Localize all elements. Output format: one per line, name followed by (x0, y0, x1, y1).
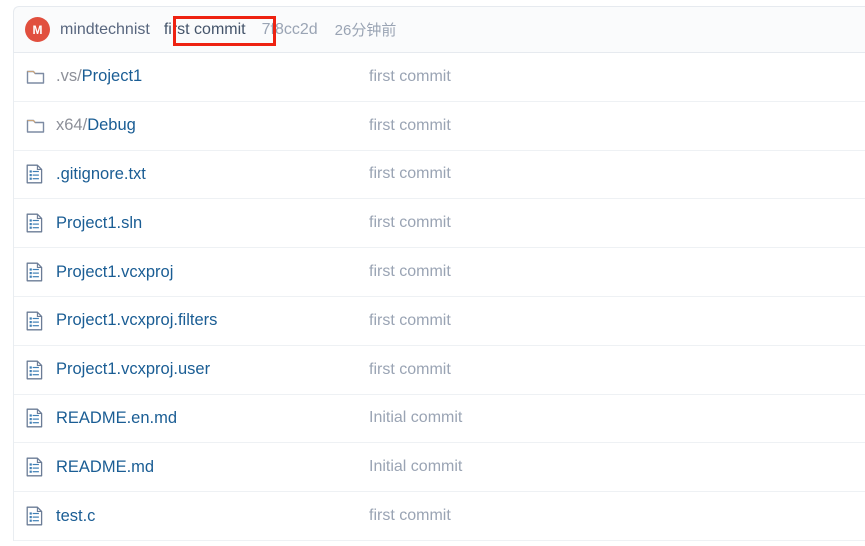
table-row[interactable]: README.en.md Initial commit (14, 395, 865, 444)
file-name-link[interactable]: Project1.vcxproj (56, 263, 173, 282)
table-row[interactable]: .gitignore.txt first commit (14, 151, 865, 200)
file-name-text: README.en.md (56, 408, 178, 427)
file-path-prefix: x64/ (56, 116, 88, 135)
commit-author-name[interactable]: mindtechnist (60, 21, 150, 39)
file-name-link[interactable]: .gitignore.txt (56, 165, 146, 184)
file-name-cell[interactable]: README.en.md (14, 407, 369, 429)
file-icon (26, 163, 48, 185)
file-name-cell[interactable]: Project1.sln (14, 212, 369, 234)
latest-commit-header: M mindtechnist first commit 7f8cc2d 26分钟… (13, 6, 865, 53)
commit-message[interactable]: first commit (164, 21, 246, 39)
file-name-text: test.c (56, 506, 96, 525)
commit-message-cell[interactable]: first commit (369, 165, 865, 183)
commit-message-cell[interactable]: first commit (369, 263, 865, 281)
table-row[interactable]: x64/Debug first commit (14, 102, 865, 151)
table-row[interactable]: Project1.vcxproj.filters first commit (14, 297, 865, 346)
file-icon (26, 359, 48, 381)
file-name-cell[interactable]: README.md (14, 456, 369, 478)
file-name-cell[interactable]: test.c (14, 505, 369, 527)
file-name-cell[interactable]: Project1.vcxproj.filters (14, 310, 369, 332)
table-row[interactable]: Project1.sln first commit (14, 199, 865, 249)
file-name-link[interactable]: Project1.vcxproj.filters (56, 311, 217, 330)
file-icon (26, 212, 48, 234)
file-name-link[interactable]: Project1.vcxproj.user (56, 360, 210, 379)
file-name-cell[interactable]: x64/Debug (14, 115, 369, 137)
file-name-text: .gitignore.txt (56, 164, 146, 183)
file-name-text: Project1.sln (56, 213, 143, 232)
file-icon (26, 505, 48, 527)
file-name-cell[interactable]: Project1.vcxproj (14, 261, 369, 283)
commit-message-cell[interactable]: first commit (369, 68, 865, 86)
file-name-link[interactable]: .vs/Project1 (56, 67, 142, 86)
file-name-text: Project1 (81, 67, 143, 86)
file-name-link[interactable]: Project1.sln (56, 214, 142, 233)
avatar[interactable]: M (25, 17, 50, 42)
commit-hash[interactable]: 7f8cc2d (262, 21, 318, 39)
folder-icon (26, 66, 48, 88)
table-row[interactable]: .vs/Project1 first commit (14, 53, 865, 102)
table-row[interactable]: Project1.vcxproj first commit (14, 248, 865, 297)
table-row[interactable]: Project1.vcxproj.user first commit (14, 346, 865, 395)
commit-message-cell[interactable]: first commit (369, 214, 865, 232)
commit-message-cell[interactable]: first commit (369, 312, 865, 330)
file-name-cell[interactable]: Project1.vcxproj.user (14, 359, 369, 381)
file-name-link[interactable]: README.en.md (56, 409, 177, 428)
repository-file-browser: M mindtechnist first commit 7f8cc2d 26分钟… (0, 0, 865, 546)
commit-message-cell[interactable]: first commit (369, 117, 865, 135)
folder-icon (26, 115, 48, 137)
file-list: .vs/Project1 first commit x64/Debug first c… (13, 53, 865, 541)
commit-message-cell[interactable]: first commit (369, 507, 865, 525)
commit-timestamp: 26分钟前 (334, 22, 397, 39)
file-name-link[interactable]: x64/Debug (56, 116, 136, 135)
file-icon (26, 407, 48, 429)
file-icon (26, 310, 48, 332)
table-row[interactable]: test.c first commit (14, 492, 865, 541)
file-name-text: Project1.vcxproj.filters (56, 311, 218, 330)
file-name-text: Project1.vcxproj (56, 262, 174, 281)
file-name-text: README.md (56, 457, 155, 476)
file-name-cell[interactable]: .vs/Project1 (14, 66, 369, 88)
commit-message-cell[interactable]: Initial commit (369, 458, 865, 476)
file-icon (26, 456, 48, 478)
file-name-text: Debug (87, 116, 136, 135)
file-name-link[interactable]: README.md (56, 458, 154, 477)
file-icon (26, 261, 48, 283)
commit-message-cell[interactable]: Initial commit (369, 409, 865, 427)
commit-message-wrapper: first commit (164, 21, 246, 39)
file-name-link[interactable]: test.c (56, 507, 95, 526)
commit-message-cell[interactable]: first commit (369, 361, 865, 379)
file-name-text: Project1.vcxproj.user (56, 360, 211, 379)
table-row[interactable]: README.md Initial commit (14, 443, 865, 493)
file-path-prefix: .vs/ (56, 67, 82, 86)
file-name-cell[interactable]: .gitignore.txt (14, 163, 369, 185)
